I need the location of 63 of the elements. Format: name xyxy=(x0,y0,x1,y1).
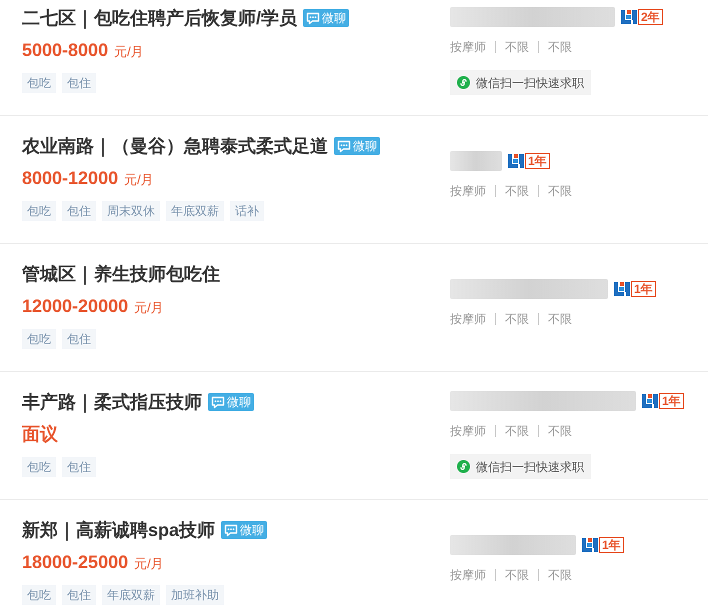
job-requirement: 不限 xyxy=(505,183,529,200)
blocks-logo-icon xyxy=(614,282,630,296)
job-requirement: 不限 xyxy=(505,311,529,328)
salary-unit: 元/月 xyxy=(124,171,154,189)
benefit-tag: 包住 xyxy=(62,585,96,605)
benefit-tag: 年底双薪 xyxy=(102,585,160,605)
job-requirement: 不限 xyxy=(548,311,572,328)
membership-years-badge: 1年 xyxy=(525,153,550,169)
benefit-tag: 包住 xyxy=(62,457,96,477)
benefit-tag: 包住 xyxy=(62,73,96,93)
blocks-logo-icon xyxy=(642,394,658,408)
job-title-link[interactable]: 新郑｜高薪诚聘spa技师 xyxy=(22,518,216,542)
benefit-tag: 周末双休 xyxy=(102,201,160,221)
wechat-apply-button[interactable]: 微信扫一扫快速求职 xyxy=(450,454,591,479)
benefit-tag: 包住 xyxy=(62,329,96,349)
benefit-tag: 包吃 xyxy=(22,457,56,477)
chain-link-icon xyxy=(457,460,470,473)
job-requirement: 按摩师 xyxy=(450,567,486,584)
job-title-link[interactable]: 农业南路｜（曼谷）急聘泰式柔式足道 xyxy=(22,134,328,158)
speech-bubble-icon xyxy=(306,12,320,24)
job-requirement: 不限 xyxy=(505,567,529,584)
benefit-tag: 包吃 xyxy=(22,329,56,349)
job-requirement: 按摩师 xyxy=(450,183,486,200)
job-requirement: 不限 xyxy=(548,39,572,56)
benefit-tag: 包吃 xyxy=(22,201,56,221)
salary: 面议 xyxy=(22,423,58,446)
job-requirement: 不限 xyxy=(505,39,529,56)
membership-years-badge: 1年 xyxy=(599,537,624,553)
benefit-tag: 加班补助 xyxy=(166,585,224,605)
job-requirement: 按摩师 xyxy=(450,311,486,328)
benefit-tag: 包住 xyxy=(62,201,96,221)
benefit-tag: 包吃 xyxy=(22,585,56,605)
job-title-link[interactable]: 管城区｜养生技师包吃住 xyxy=(22,262,220,286)
blocks-logo-icon xyxy=(582,538,598,552)
job-requirement: 不限 xyxy=(548,567,572,584)
job-requirement: 不限 xyxy=(548,183,572,200)
membership-years-badge: 2年 xyxy=(638,9,663,25)
job-title-link[interactable]: 丰产路｜柔式指压技师 xyxy=(22,390,202,414)
blocks-logo-icon xyxy=(508,154,524,168)
membership-years-badge: 1年 xyxy=(659,393,684,409)
wechat-apply-button[interactable]: 微信扫一扫快速求职 xyxy=(450,70,591,95)
salary-unit: 元/月 xyxy=(134,299,164,317)
salary-unit: 元/月 xyxy=(134,555,164,573)
benefit-tag: 年底双薪 xyxy=(166,201,224,221)
blurred-company-name xyxy=(450,151,502,171)
speech-bubble-icon xyxy=(224,524,238,536)
job-requirement: 按摩师 xyxy=(450,423,486,440)
job-requirement: 按摩师 xyxy=(450,39,486,56)
speech-bubble-icon xyxy=(211,396,225,408)
salary: 12000-20000 xyxy=(22,295,128,318)
job-requirement: 不限 xyxy=(548,423,572,440)
speech-bubble-icon xyxy=(337,140,351,152)
job-requirement: 不限 xyxy=(505,423,529,440)
salary: 5000-8000 xyxy=(22,39,108,62)
salary: 18000-25000 xyxy=(22,551,128,574)
benefit-tag: 包吃 xyxy=(22,73,56,93)
salary: 8000-12000 xyxy=(22,167,118,190)
salary-unit: 元/月 xyxy=(114,43,144,61)
membership-years-badge: 1年 xyxy=(631,281,656,297)
job-title-link[interactable]: 二七区｜包吃住聘产后恢复师/学员 xyxy=(22,6,298,30)
chain-link-icon xyxy=(457,76,470,89)
blocks-logo-icon xyxy=(621,10,637,24)
benefit-tag: 话补 xyxy=(230,201,264,221)
